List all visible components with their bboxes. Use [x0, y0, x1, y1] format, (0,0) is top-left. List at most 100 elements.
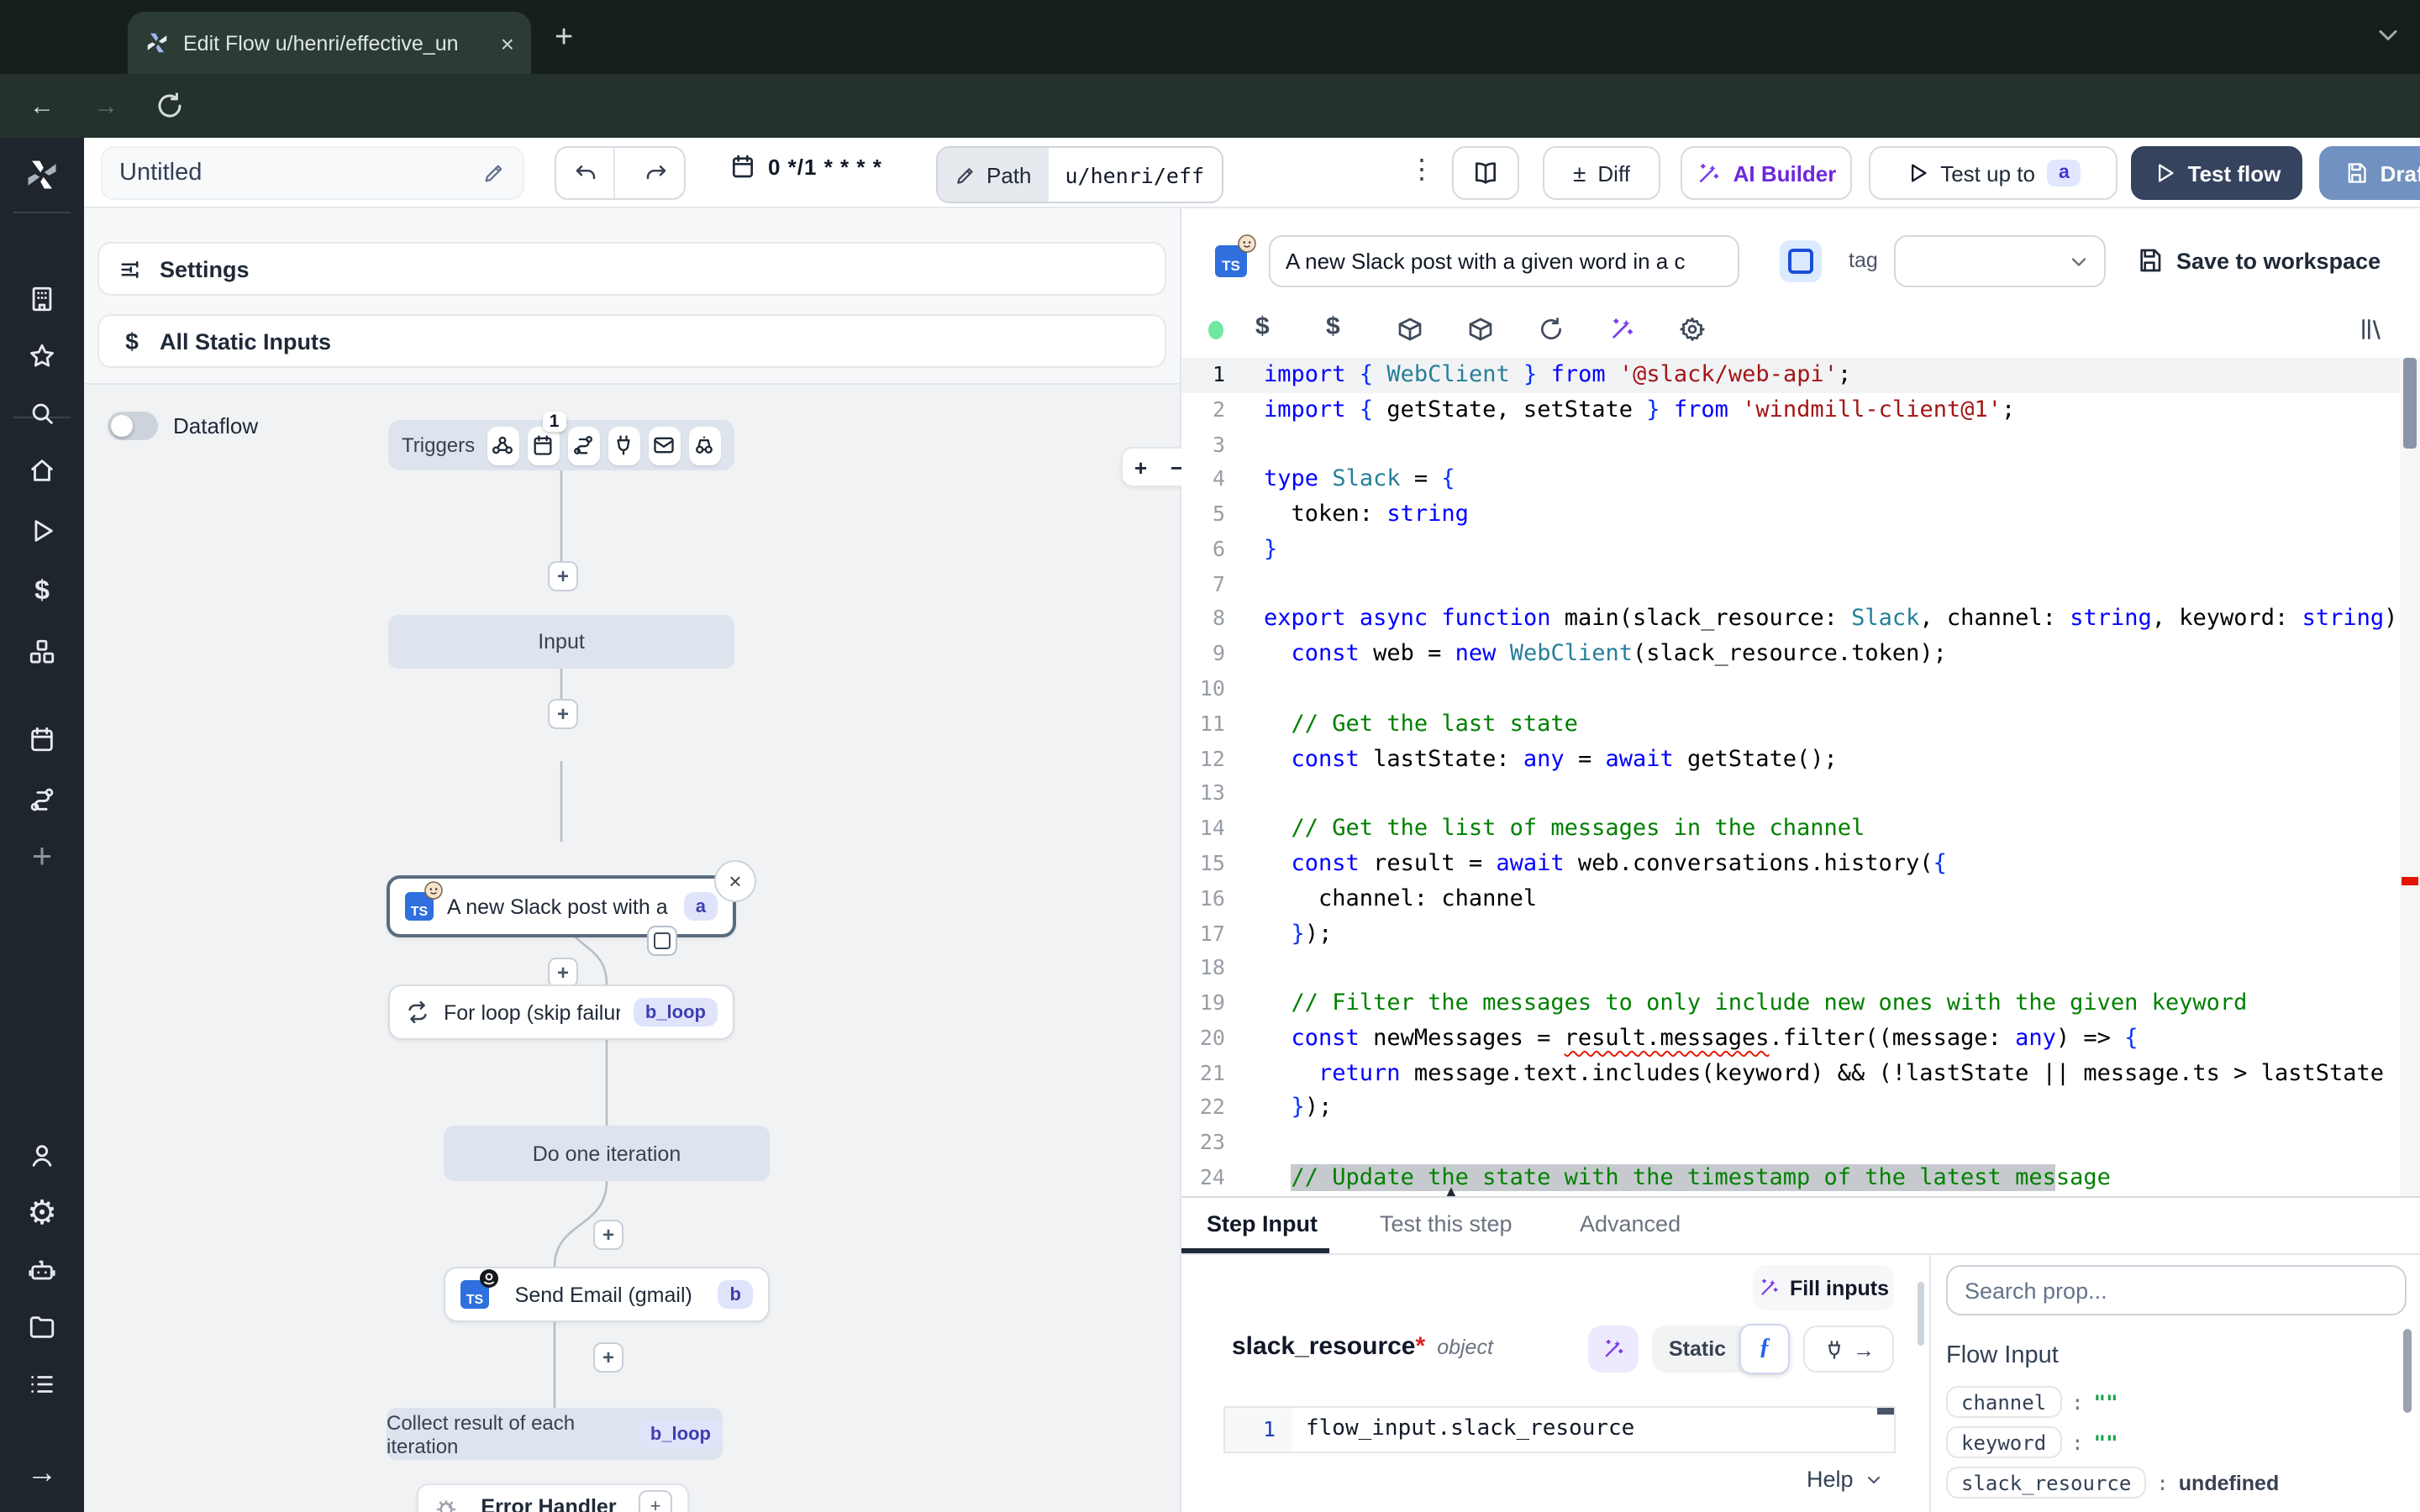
input-node[interactable]: Input: [388, 615, 734, 669]
tab-test-this-step[interactable]: Test this step: [1380, 1211, 1512, 1236]
sidebar-item-gear-icon[interactable]: ⚙: [28, 1199, 56, 1227]
sidebar-item-list-icon[interactable]: [28, 1370, 56, 1399]
all-static-inputs-card[interactable]: $ All Static Inputs: [97, 314, 1166, 368]
step-module-button[interactable]: [647, 926, 677, 956]
delete-step-button[interactable]: ×: [714, 860, 756, 902]
step-node-slack[interactable]: TSA new Slack post with a given wor...a: [387, 875, 736, 937]
sidebar-item-play-icon[interactable]: [28, 517, 56, 545]
trigger-mail-button[interactable]: [649, 426, 681, 465]
code-line[interactable]: 21 return message.text.includes(keyword)…: [1181, 1056, 2420, 1091]
assets-icon[interactable]: $: [1255, 312, 1270, 341]
add-error-handler-button[interactable]: +: [639, 1490, 672, 1512]
trigger-webhook-button[interactable]: [487, 426, 518, 465]
code-line[interactable]: 24 // Update the state with the timestam…: [1181, 1161, 2420, 1196]
code-line[interactable]: 7: [1181, 567, 2420, 602]
sidebar-item-calendar-icon[interactable]: [28, 725, 56, 753]
code-line[interactable]: 1import { WebClient } from '@slack/web-a…: [1181, 358, 2420, 393]
code-line[interactable]: 15 const result = await web.conversation…: [1181, 847, 2420, 882]
ai-wand-icon[interactable]: [1608, 316, 1635, 343]
ai-suggest-button[interactable]: [1588, 1326, 1639, 1373]
sidebar-item-person-icon[interactable]: [28, 1142, 56, 1170]
undo-button[interactable]: [556, 148, 615, 198]
code-editor[interactable]: 1import { WebClient } from '@slack/web-a…: [1181, 358, 2420, 1196]
flow-graph[interactable]: Dataflow Triggers 1 + − + Input + TSA ne…: [84, 385, 1180, 1512]
add-step-button[interactable]: +: [548, 699, 578, 729]
path-control[interactable]: Path u/henri/eff: [936, 146, 1223, 203]
add-step-button[interactable]: +: [548, 958, 578, 988]
trigger-plug-button[interactable]: [608, 426, 640, 465]
browser-tab[interactable]: Edit Flow u/henri/effective_un ×: [128, 12, 531, 74]
code-line[interactable]: 22 });: [1181, 1091, 2420, 1126]
flow-name-input[interactable]: Untitled: [101, 146, 524, 200]
code-line[interactable]: 9 const web = new WebClient(slack_resour…: [1181, 638, 2420, 673]
library-icon[interactable]: [2358, 316, 2385, 343]
add-step-button[interactable]: +: [593, 1220, 623, 1250]
test-flow-button[interactable]: Test flow: [2131, 146, 2302, 200]
zoom-in-button[interactable]: +: [1134, 454, 1147, 480]
step-checkbox[interactable]: [1780, 240, 1822, 282]
step-node-forloop[interactable]: For loop (skip failures) b_loop: [388, 984, 734, 1040]
sidebar-item-folder-icon[interactable]: [28, 1313, 56, 1341]
search-prop-input[interactable]: Search prop...: [1946, 1265, 2407, 1315]
code-line[interactable]: 14 // Get the list of messages in the ch…: [1181, 811, 2420, 847]
forward-icon[interactable]: →: [91, 91, 121, 121]
sidebar-item-cubes-icon[interactable]: [28, 638, 56, 666]
sidebar-item-dollar-icon[interactable]: $: [28, 577, 56, 606]
expr-value[interactable]: flow_input.slack_resource: [1292, 1408, 1894, 1452]
editor-scrollbar[interactable]: [2400, 358, 2420, 1196]
prop-pill[interactable]: slack_resource: [1946, 1467, 2146, 1499]
add-step-button[interactable]: +: [548, 561, 578, 591]
docs-button[interactable]: [1452, 146, 1519, 200]
tab-step-input[interactable]: Step Input: [1207, 1211, 1318, 1236]
new-tab-button[interactable]: +: [555, 20, 573, 57]
back-icon[interactable]: ←: [27, 91, 57, 121]
left-column-scrollbar-thumb[interactable]: [1918, 1282, 1924, 1346]
reload-icon[interactable]: [1538, 316, 1565, 343]
reload-icon[interactable]: [155, 91, 185, 121]
help-button[interactable]: Help: [1807, 1467, 1884, 1492]
settings-card[interactable]: Settings: [97, 242, 1166, 296]
editor-scrollbar-thumb[interactable]: [2403, 358, 2417, 449]
input-mode-toggle[interactable]: Static ƒ: [1652, 1326, 1790, 1373]
add-step-button[interactable]: +: [593, 1342, 623, 1373]
code-line[interactable]: 11 // Get the last state: [1181, 707, 2420, 743]
trigger-poll-button[interactable]: [689, 426, 721, 465]
path-value[interactable]: u/henri/eff: [1049, 148, 1222, 202]
tab-advanced[interactable]: Advanced: [1580, 1211, 1681, 1236]
code-line[interactable]: 20 const newMessages = result.messages.f…: [1181, 1021, 2420, 1057]
package-icon[interactable]: [1467, 316, 1494, 343]
code-line[interactable]: 5 token: string: [1181, 497, 2420, 533]
draft-button[interactable]: Draft: [2319, 146, 2420, 200]
dataflow-toggle[interactable]: [108, 412, 158, 440]
windmill-logo-icon[interactable]: [24, 156, 60, 193]
code-line[interactable]: 8export async function main(slack_resour…: [1181, 602, 2420, 638]
more-options-kebab-icon[interactable]: ⋮: [1408, 153, 1435, 186]
code-line[interactable]: 4type Slack = {: [1181, 463, 2420, 498]
code-line[interactable]: 2import { getState, setState } from 'win…: [1181, 393, 2420, 428]
sidebar-item-building-icon[interactable]: [28, 285, 56, 313]
tag-select[interactable]: [1894, 235, 2106, 287]
code-line[interactable]: 3: [1181, 428, 2420, 463]
expression-mode-button[interactable]: ƒ: [1739, 1324, 1790, 1374]
diff-button[interactable]: ± Diff: [1543, 146, 1660, 200]
code-line[interactable]: 10: [1181, 672, 2420, 707]
sidebar-item-robot-icon[interactable]: [28, 1256, 56, 1284]
step-summary-input[interactable]: A new Slack post with a given word in a …: [1269, 235, 1739, 287]
error-handler-node[interactable]: Error Handler +: [417, 1483, 689, 1512]
do-one-iteration-node[interactable]: Do one iteration: [444, 1126, 770, 1181]
code-line[interactable]: 6}: [1181, 533, 2420, 568]
gear-icon[interactable]: [1679, 316, 1706, 343]
code-line[interactable]: 18: [1181, 952, 2420, 987]
chevron-down-icon[interactable]: [2373, 20, 2403, 50]
sidebar-item-arrow-right-icon[interactable]: →: [28, 1457, 56, 1486]
connect-input-button[interactable]: →: [1803, 1326, 1894, 1373]
variables-icon[interactable]: $: [1326, 312, 1340, 341]
sidebar-item-route-icon[interactable]: [28, 785, 56, 814]
prop-pill[interactable]: keyword: [1946, 1426, 2061, 1458]
sidebar-item-star-icon[interactable]: [28, 342, 56, 370]
test-up-to-button[interactable]: Test up to a: [1869, 146, 2118, 200]
schedule-button[interactable]: 0 */1 * * * *: [729, 153, 882, 180]
code-line[interactable]: 16 channel: channel: [1181, 881, 2420, 916]
trigger-route-button[interactable]: [567, 426, 599, 465]
ai-builder-button[interactable]: AI Builder: [1681, 146, 1852, 200]
